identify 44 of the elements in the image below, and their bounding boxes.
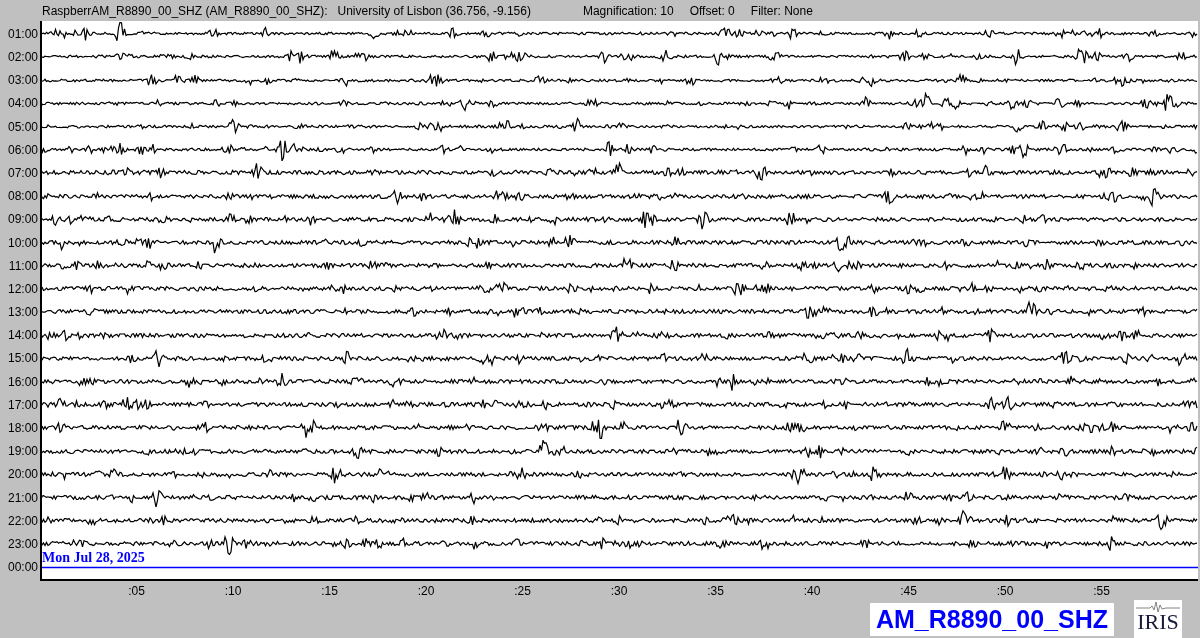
time-label: 18:00 — [6, 420, 39, 437]
time-label: 20:00 — [6, 466, 39, 484]
time-label: 11:00 — [7, 257, 39, 275]
time-label: 16:00 — [6, 373, 39, 391]
time-label: 02:00 — [6, 49, 39, 66]
location-text: University of Lisbon (36.756, -9.156) — [337, 3, 531, 18]
time-label: 01:00 — [6, 25, 39, 43]
time-label: 19:00 — [6, 443, 39, 461]
time-label: 13:00 — [6, 304, 39, 322]
time-label: 10:00 — [6, 234, 39, 252]
station-label: AM_R8890_00_SHZ — [869, 602, 1114, 636]
axis-tick-label: :40 — [803, 583, 821, 598]
axis-tick-label: :05 — [128, 583, 145, 598]
axis-tick-label: :10 — [224, 583, 242, 598]
time-label: 07:00 — [6, 164, 39, 182]
time-label: 06:00 — [6, 141, 39, 159]
axis-tick-label: :25 — [514, 583, 531, 598]
station-title: RaspberrAM_R8890_00_SHZ (AM_R8890_00_SHZ): — [42, 3, 328, 18]
time-label: 05:00 — [6, 118, 39, 136]
time-label: 09:00 — [6, 211, 39, 229]
time-label: 03:00 — [6, 72, 39, 90]
magnification-text: Magnification: 10 — [582, 3, 674, 18]
logo-text: IRIS — [1137, 610, 1179, 634]
time-label: 04:00 — [6, 95, 39, 113]
axis-tick-label: :15 — [321, 583, 338, 598]
axis-tick-label: :35 — [707, 583, 724, 598]
time-label: 12:00 — [6, 280, 39, 298]
time-label: 23:00 — [6, 535, 39, 553]
filter-text: Filter: None — [750, 3, 813, 18]
time-label: 00:00 — [6, 559, 39, 577]
axis-tick-label: :20 — [417, 583, 435, 598]
time-label: 08:00 — [6, 188, 39, 206]
axis-tick-label: :55 — [1093, 583, 1110, 598]
axis-tick-label: :45 — [900, 583, 917, 598]
date-label: Mon Jul 28, 2025 — [42, 549, 145, 566]
offset-text: Offset: 0 — [689, 3, 735, 18]
time-label: 17:00 — [6, 396, 39, 414]
axis-tick-label: :50 — [996, 583, 1014, 598]
time-label: 22:00 — [6, 512, 39, 530]
time-label: 14:00 — [6, 327, 39, 345]
time-label: 21:00 — [6, 489, 39, 507]
time-label: 15:00 — [6, 350, 39, 368]
waveform-icon — [1136, 600, 1180, 612]
axis-tick-label: :30 — [610, 583, 628, 598]
